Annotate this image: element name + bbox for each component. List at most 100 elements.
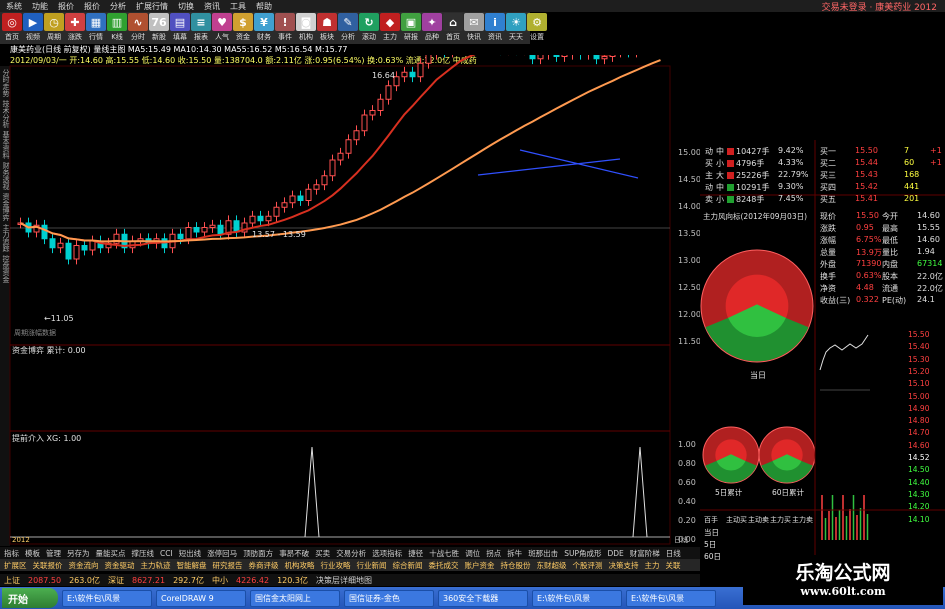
quote-value: 1.94	[917, 247, 935, 256]
extension-tab[interactable]: 行业新闻	[357, 560, 387, 571]
toolbar-button[interactable]: ▣ 研报	[401, 13, 421, 43]
indicator-tab[interactable]: 短出线	[179, 548, 202, 559]
indicator-tab[interactable]: 财富阶梯	[630, 548, 660, 559]
indicator-tab[interactable]: SUP角成形	[564, 548, 601, 559]
indicator-tab[interactable]: 买卖	[315, 548, 330, 559]
toolbar-button[interactable]: 76 新股	[149, 13, 169, 43]
extension-tab[interactable]: 账户资金	[465, 560, 495, 571]
toolbar-label: 人气	[215, 33, 229, 41]
extension-tab[interactable]: 决策支持	[609, 560, 639, 571]
toolbar-button[interactable]: ♥ 人气	[212, 13, 232, 43]
taskbar-item[interactable]: 360安全下载器	[438, 589, 528, 607]
toolbar-button[interactable]: ◆ 主力	[380, 13, 400, 43]
indicator-tab[interactable]: 斑那出击	[528, 548, 558, 559]
menu-bar: 系统 功能 报价 报价 分析 扩展行情 切换 资讯 工具 帮助 交易未登录 · 康美药业 2012	[0, 0, 945, 13]
extension-tab[interactable]: 关联	[666, 560, 681, 571]
toolbar-icon: ◙	[296, 13, 316, 31]
toolbar-button[interactable]: ☀ 天天	[506, 13, 526, 43]
indicator-tab[interactable]: 撑压线	[132, 548, 155, 559]
extension-tab[interactable]: 券商评级	[249, 560, 279, 571]
extension-tab[interactable]: 资金流向	[69, 560, 99, 571]
menu-item[interactable]: 扩展行情	[136, 1, 168, 12]
extension-tab[interactable]: 委托成交	[429, 560, 459, 571]
toolbar-label: 分析	[341, 33, 355, 41]
extension-tab[interactable]: 关联报价	[33, 560, 63, 571]
toolbar-button[interactable]: ⚙ 设置	[527, 13, 547, 43]
indicator-tab[interactable]: DDE	[607, 549, 623, 558]
indicator-tab[interactable]: CCI	[160, 549, 173, 558]
extension-tab[interactable]: 主力轨迹	[141, 560, 171, 571]
indicator-tab[interactable]: 模板	[25, 548, 40, 559]
indicator-tab[interactable]: 涨停回马	[207, 548, 237, 559]
extension-tab[interactable]: 行业攻略	[321, 560, 351, 571]
toolbar-button[interactable]: ✎ 分析	[338, 13, 358, 43]
menu-item[interactable]: 功能	[32, 1, 48, 12]
toolbar-button[interactable]: ✚ 涨跌	[65, 13, 85, 43]
toolbar-label: 快讯	[467, 33, 481, 41]
indicator-tab[interactable]: 拆牛	[507, 548, 522, 559]
indicator-tab[interactable]: 交易分析	[336, 548, 366, 559]
toolbar-button[interactable]: ◙ 机构	[296, 13, 316, 43]
toolbar-button[interactable]: ✦ 品种	[422, 13, 442, 43]
extension-tab[interactable]: 主力	[645, 560, 660, 571]
indicator-tab[interactable]: 另存为	[67, 548, 90, 559]
kline-chart[interactable]: 15.00 14.50 14.00 13.50 13.00 12.50 12.00 11.50…	[0, 55, 700, 545]
taskbar-item[interactable]: 国信金太阳网上	[250, 589, 340, 607]
toolbar-button[interactable]: ! 事件	[275, 13, 295, 43]
menu-item[interactable]: 资讯	[204, 1, 220, 12]
taskbar-item[interactable]: E:\软件包\风景	[62, 589, 152, 607]
extension-tab[interactable]: 智能解盘	[177, 560, 207, 571]
indicator-tab[interactable]: 十战七胜	[429, 548, 459, 559]
toolbar-label: 品种	[425, 33, 439, 41]
extension-tab[interactable]: 扩展区	[4, 560, 27, 571]
toolbar-button[interactable]: ✉ 快讯	[464, 13, 484, 43]
menu-item[interactable]: 工具	[230, 1, 246, 12]
extension-tab[interactable]: 持仓股份	[501, 560, 531, 571]
toolbar-button[interactable]: i 资讯	[485, 13, 505, 43]
extension-tab[interactable]: 东财超级	[537, 560, 567, 571]
indicator-tab[interactable]: 日线	[666, 548, 681, 559]
mini-price-label: 14.20	[908, 502, 930, 512]
toolbar-button[interactable]: ≡ 报表	[191, 13, 211, 43]
toolbar-button[interactable]: ◎ 首页	[2, 13, 22, 43]
toolbar-button[interactable]: ◷ 周期	[44, 13, 64, 43]
menu-item[interactable]: 分析	[110, 1, 126, 12]
toolbar-button[interactable]: ⌂ 首页	[443, 13, 463, 43]
indicator-tab[interactable]: 捷径	[408, 548, 423, 559]
toolbar-button[interactable]: ▤ 填幕	[170, 13, 190, 43]
quote-key: 收益(三)	[820, 296, 851, 305]
indicator-tab[interactable]: 调位	[465, 548, 480, 559]
indicator-tab[interactable]: 指标	[4, 548, 19, 559]
menu-item[interactable]: 系统	[6, 1, 22, 12]
extension-tab[interactable]: 研究报告	[213, 560, 243, 571]
indicator-tab[interactable]: 管理	[46, 548, 61, 559]
extension-tab[interactable]: 综合新闻	[393, 560, 423, 571]
toolbar-button[interactable]: ↻ 滚动	[359, 13, 379, 43]
menu-item[interactable]: 报价	[58, 1, 74, 12]
indicator-tab[interactable]: 选项指标	[372, 548, 402, 559]
taskbar-item[interactable]: E:\软件包\风景	[626, 589, 716, 607]
extension-tab[interactable]: 机构攻略	[285, 560, 315, 571]
taskbar-item[interactable]: CorelDRAW 9	[156, 589, 246, 607]
extension-tab[interactable]: 个股评测	[573, 560, 603, 571]
toolbar-button[interactable]: $ 资金	[233, 13, 253, 43]
start-button[interactable]: 开始	[2, 588, 58, 608]
menu-item[interactable]: 切换	[178, 1, 194, 12]
toolbar-button[interactable]: ☗ 板块	[317, 13, 337, 43]
quote-key: 最高	[882, 224, 898, 233]
extension-tab[interactable]: 资金驱动	[105, 560, 135, 571]
taskbar-item[interactable]: E:\软件包\风景	[532, 589, 622, 607]
menu-item[interactable]: 报价	[84, 1, 100, 12]
toolbar-button[interactable]: ▥ K线	[107, 13, 127, 43]
toolbar-icon: 76	[149, 13, 169, 31]
toolbar-button[interactable]: ¥ 财务	[254, 13, 274, 43]
indicator-tab[interactable]: 顶肪面方	[243, 548, 273, 559]
toolbar-button[interactable]: ∿ 分时	[128, 13, 148, 43]
indicator-tab[interactable]: 拐点	[486, 548, 501, 559]
toolbar-button[interactable]: ▶ 视频	[23, 13, 43, 43]
indicator-tab[interactable]: 事昂不破	[279, 548, 309, 559]
indicator-tab[interactable]: 量能买点	[96, 548, 126, 559]
toolbar-button[interactable]: ▦ 行情	[86, 13, 106, 43]
menu-item[interactable]: 帮助	[256, 1, 272, 12]
taskbar-item[interactable]: 国信证券-金色	[344, 589, 434, 607]
